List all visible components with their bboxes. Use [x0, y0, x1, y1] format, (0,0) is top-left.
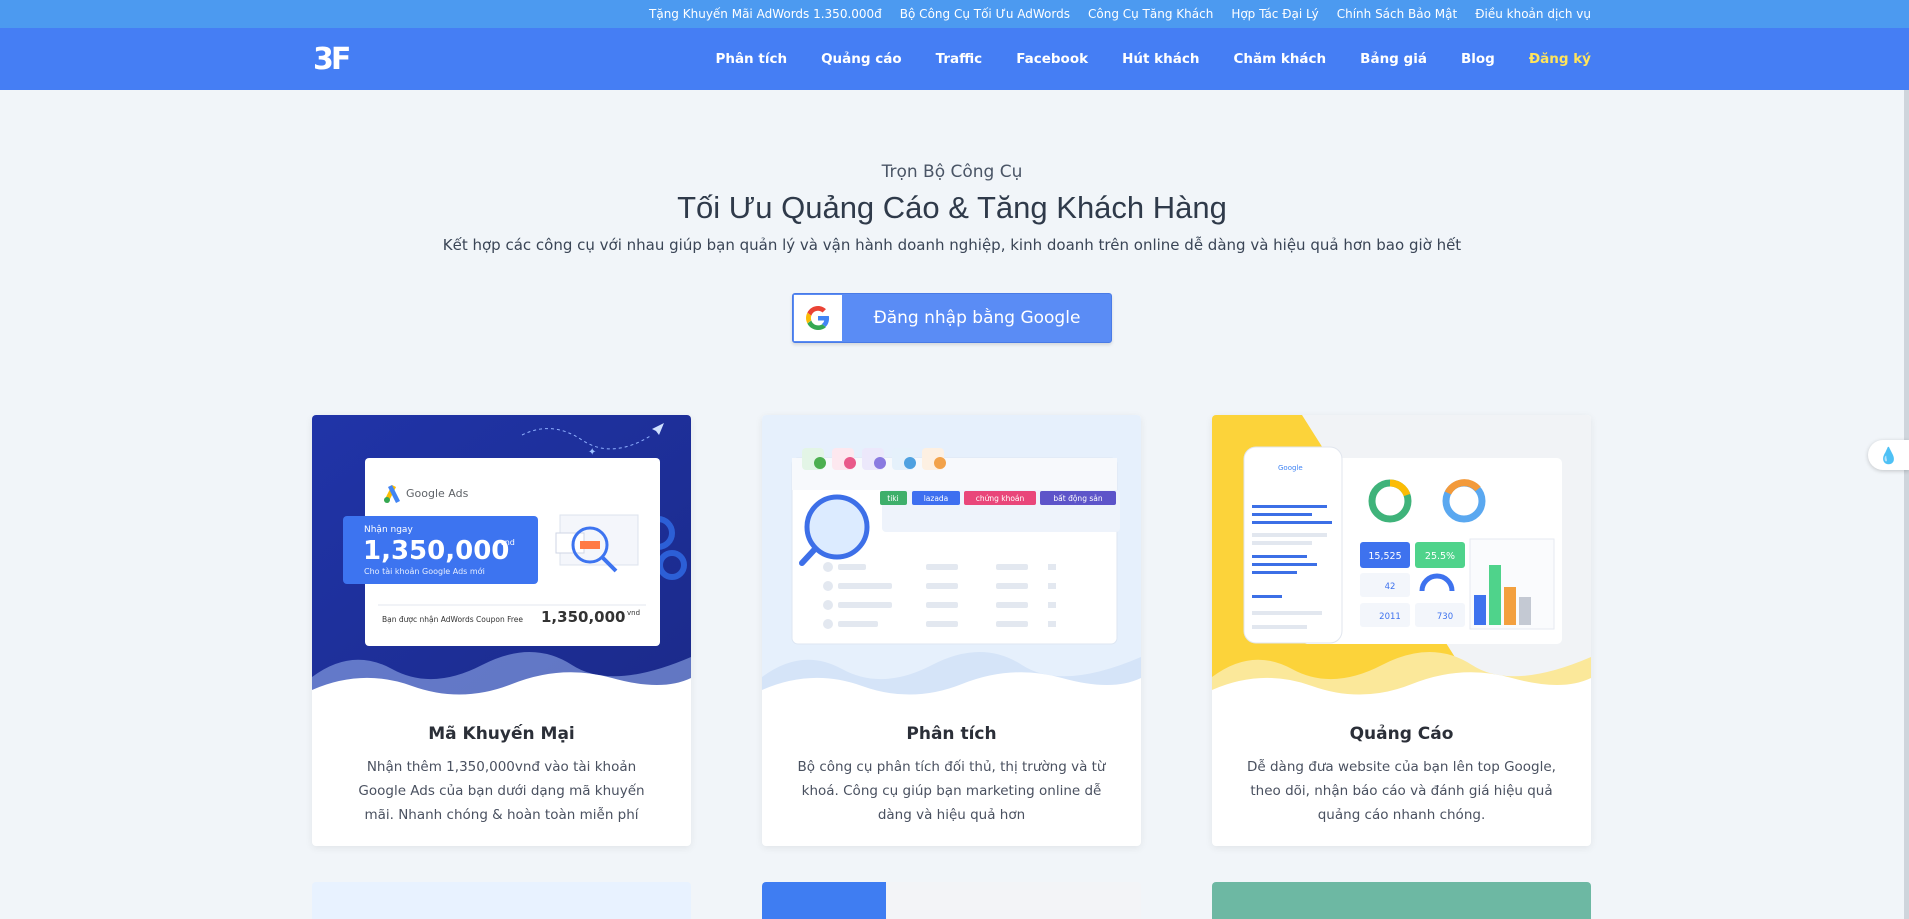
top-utility-bar: Tặng Khuyến Mãi AdWords 1.350.000đ Bộ Cô…: [0, 0, 1909, 28]
card-advertising-title: Quảng Cáo: [1349, 724, 1454, 744]
water-drop-icon: 💧: [1878, 445, 1899, 465]
top-link-agency[interactable]: Hợp Tác Đại Lý: [1231, 7, 1318, 21]
nav-item-care[interactable]: Chăm khách: [1233, 51, 1326, 67]
card-advertising[interactable]: Google 15,525 25.5% 42 2011 730 Quảng Cá…: [1212, 415, 1591, 846]
promo-amount: 1,350,000: [363, 536, 509, 566]
nav-item-traffic[interactable]: Traffic: [936, 51, 983, 67]
top-link-privacy[interactable]: Chính Sách Bảo Mật: [1337, 7, 1458, 21]
promo-unit: vnd: [500, 538, 515, 547]
google-g-icon: [794, 295, 842, 341]
analytics-tag-realestate: bất động sản: [1053, 494, 1102, 503]
svg-text:✦: ✦: [588, 447, 596, 458]
promo-footer-label: Bạn được nhận AdWords Coupon Free: [382, 615, 523, 624]
google-ads-brand: Google Ads: [406, 487, 469, 500]
card-analytics[interactable]: tiki lazada chứng khoán bất động sản Phâ…: [762, 415, 1141, 846]
top-link-adwords-promo[interactable]: Tặng Khuyến Mãi AdWords 1.350.000đ: [649, 7, 882, 21]
card-promo-illustration: ✦ Google Ads Nhận ngay 1,350,000 vnd Cho…: [312, 415, 691, 700]
top-link-customer-tools[interactable]: Công Cụ Tăng Khách: [1088, 7, 1213, 21]
card-row2-3[interactable]: [1212, 882, 1591, 919]
google-login-button[interactable]: Đăng nhập bằng Google: [792, 293, 1112, 343]
nav-item-ads[interactable]: Quảng cáo: [821, 51, 902, 67]
top-link-terms[interactable]: Điều khoản dịch vụ: [1475, 7, 1591, 21]
card-promo-title: Mã Khuyến Mại: [428, 724, 575, 744]
ads-stat-small-c: 730: [1437, 612, 1453, 622]
analytics-tag-lazada: lazada: [924, 494, 949, 503]
ads-stat-small-a: 42: [1385, 582, 1396, 592]
card-promo-desc: Nhận thêm 1,350,000vnđ vào tài khoản Goo…: [358, 759, 645, 823]
nav-item-attract[interactable]: Hút khách: [1122, 51, 1199, 67]
analytics-tag-tiki: tiki: [887, 494, 898, 503]
ads-stat-rate: 25.5%: [1425, 551, 1455, 562]
top-utility-links: Tặng Khuyến Mãi AdWords 1.350.000đ Bộ Cô…: [649, 0, 1591, 28]
promo-caption: Cho tài khoản Google Ads mới: [364, 566, 485, 576]
promo-kicker: Nhận ngay: [364, 525, 413, 535]
main-navbar: 3F Phân tích Quảng cáo Traffic Facebook …: [0, 28, 1909, 90]
card-row2-2[interactable]: [762, 882, 1141, 919]
card-analytics-desc: Bộ công cụ phân tích đối thủ, thị trường…: [797, 759, 1106, 823]
ads-stat-impressions: 15,525: [1368, 551, 1401, 562]
nav-item-pricing[interactable]: Bảng giá: [1360, 51, 1427, 67]
promo-footer-unit: vnd: [627, 609, 640, 617]
analytics-tag-stocks: chứng khoán: [976, 494, 1025, 503]
nav-menu: Phân tích Quảng cáo Traffic Facebook Hút…: [715, 28, 1591, 90]
nav-item-analytics[interactable]: Phân tích: [715, 51, 787, 67]
card-analytics-title: Phân tích: [906, 724, 997, 744]
nav-item-signup[interactable]: Đăng ký: [1529, 51, 1591, 67]
card-analytics-illustration: tiki lazada chứng khoán bất động sản: [762, 415, 1141, 700]
card-row2-2-accent: [762, 882, 886, 919]
page-scrollbar[interactable]: [1904, 90, 1909, 919]
ads-google-brand: Google: [1278, 464, 1303, 472]
card-row2-1[interactable]: [312, 882, 691, 919]
ads-stat-small-b: 2011: [1379, 612, 1401, 622]
card-promo-code[interactable]: ✦ Google Ads Nhận ngay 1,350,000 vnd Cho…: [312, 415, 691, 846]
google-login-label: Đăng nhập bằng Google: [873, 308, 1081, 328]
promo-footer-amount: 1,350,000: [541, 608, 625, 626]
hero-kicker: Trọn Bộ Công Cụ: [881, 162, 1023, 182]
site-logo[interactable]: 3F: [313, 42, 351, 77]
card-advertising-illustration: Google 15,525 25.5% 42 2011 730: [1212, 415, 1591, 700]
hero-subtitle: Kết hợp các công cụ với nhau giúp bạn qu…: [442, 236, 1462, 254]
nav-item-blog[interactable]: Blog: [1461, 51, 1495, 67]
hero-title: Tối Ưu Quảng Cáo & Tăng Khách Hàng: [677, 190, 1227, 225]
top-link-adwords-tools[interactable]: Bộ Công Cụ Tối Ưu AdWords: [900, 7, 1070, 21]
nav-item-facebook[interactable]: Facebook: [1016, 51, 1088, 67]
card-advertising-desc: Dễ dàng đưa website của bạn lên top Goog…: [1247, 759, 1556, 823]
floating-helper-button[interactable]: 💧: [1868, 440, 1909, 470]
